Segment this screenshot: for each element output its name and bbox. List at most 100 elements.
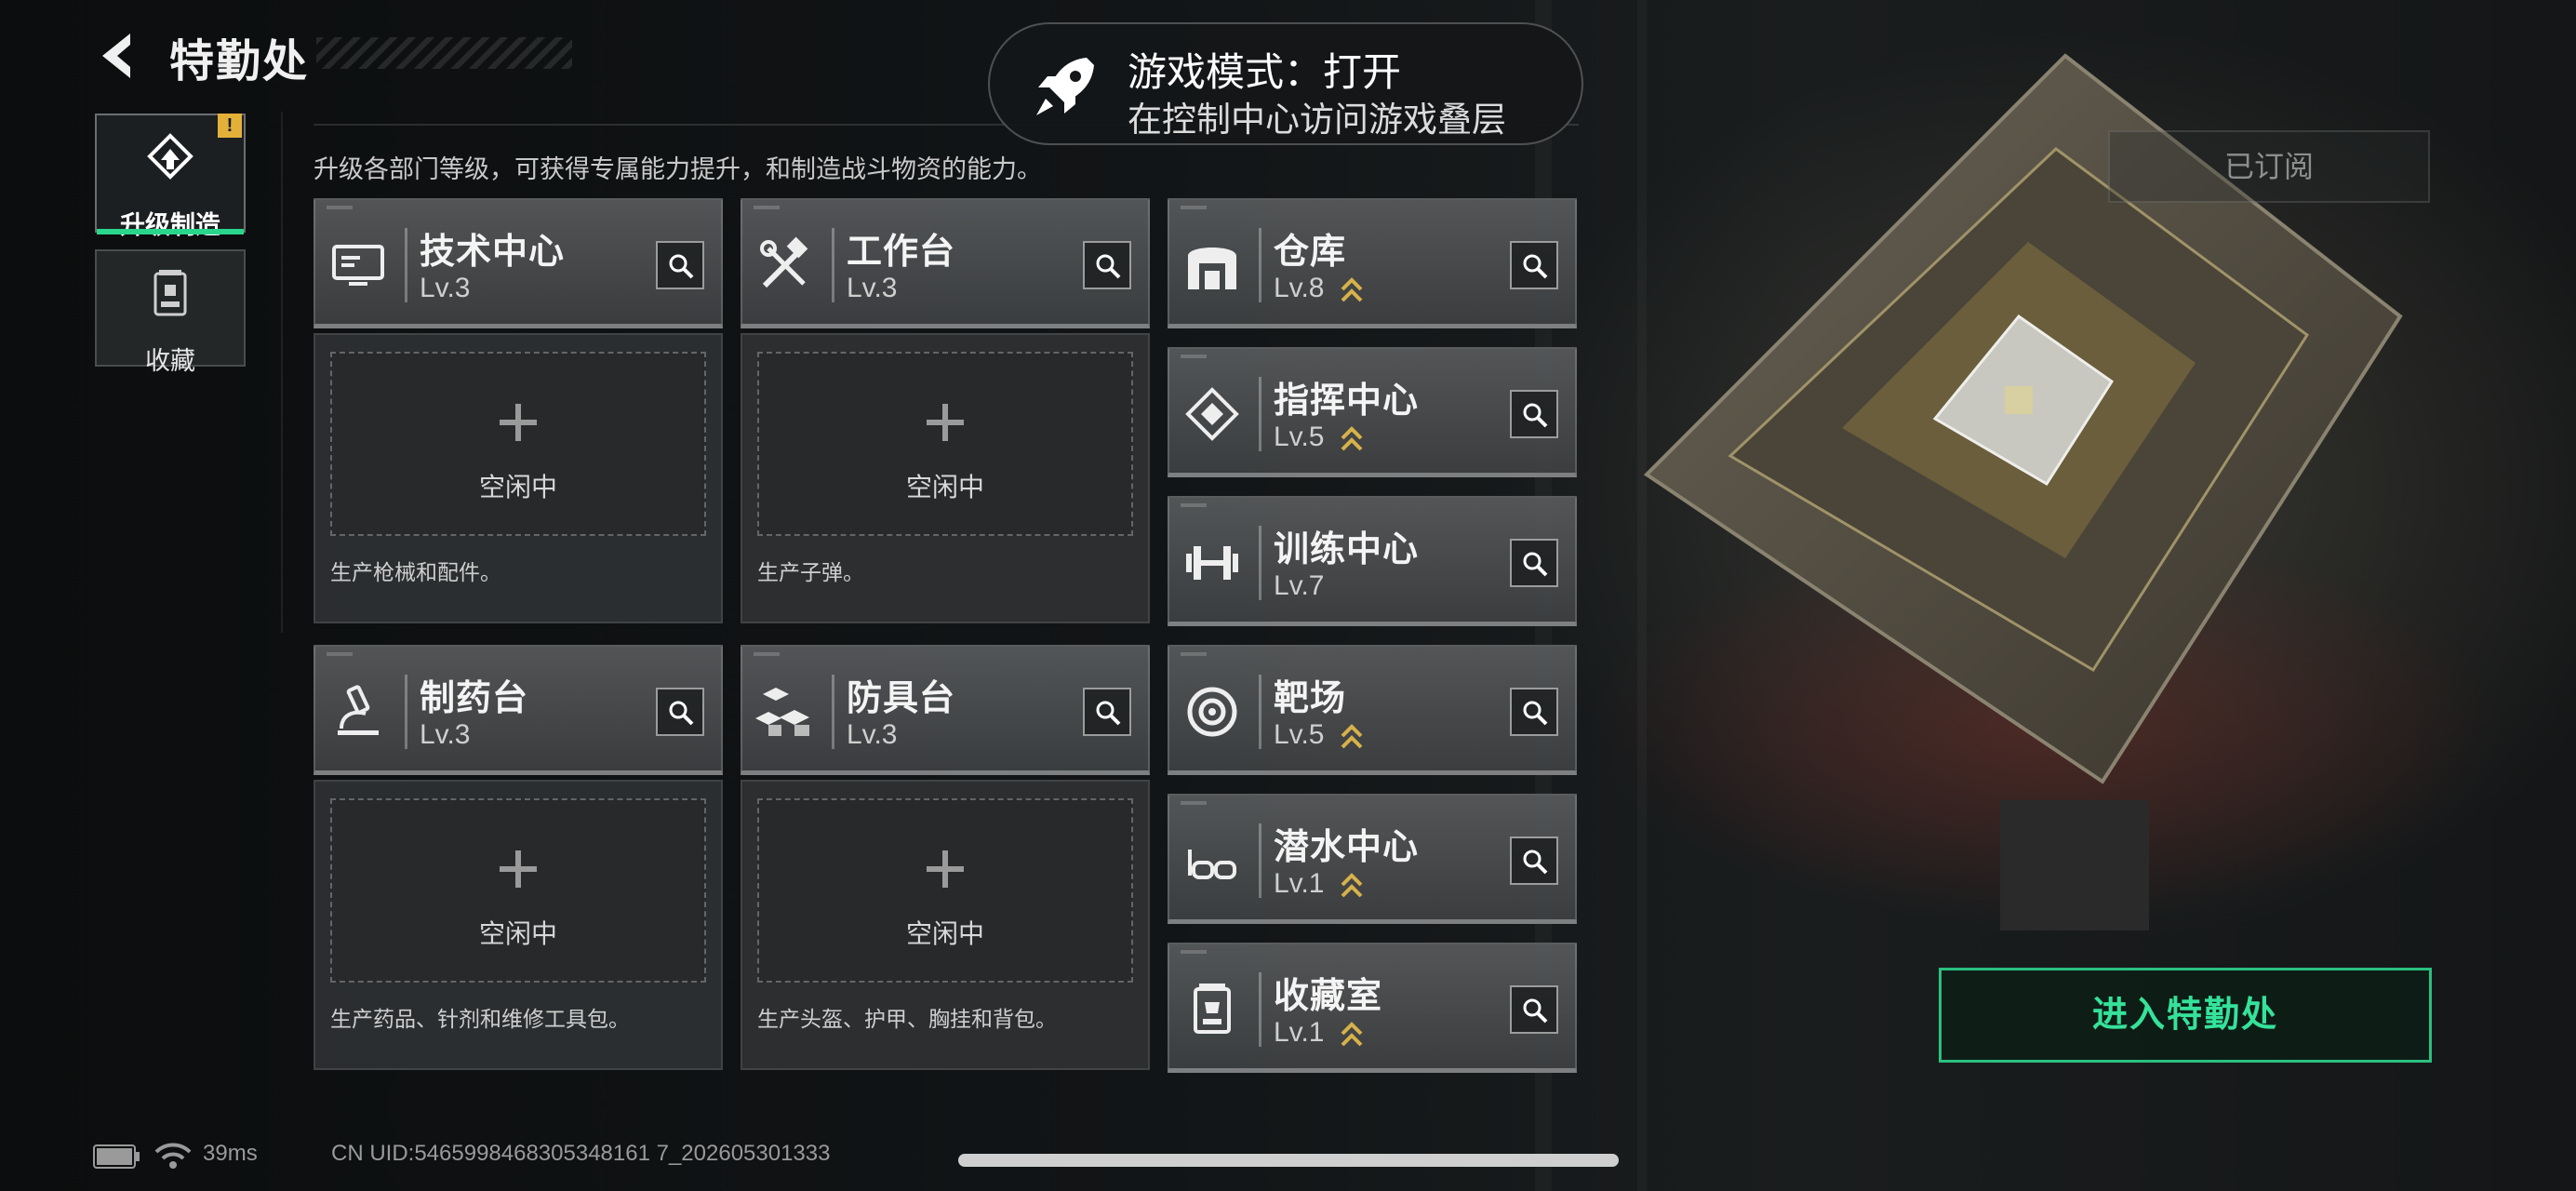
facility-card-shooting-range[interactable]: 靶场 Lv.5	[1168, 645, 1577, 775]
facility-level: Lv.3	[847, 719, 898, 750]
production-slot[interactable]: 空闲中	[757, 352, 1133, 536]
upgrade-available-icon	[1341, 873, 1363, 898]
screen: 特勤处 升级各部门等级，可获得专属能力提升，和制造战斗物资的能力。 升级制造 !…	[0, 0, 2576, 1191]
page-description: 升级各部门等级，可获得专属能力提升，和制造战斗物资的能力。	[314, 155, 1042, 183]
facility-name: 防具台	[847, 679, 956, 718]
facility-name: 仓库	[1274, 233, 1347, 272]
facility-card-warehouse[interactable]: 仓库 Lv.8	[1168, 198, 1577, 328]
facility-level: Lv.8	[1274, 273, 1325, 303]
search-button[interactable]	[1510, 688, 1558, 736]
facility-card-pharmacy[interactable]: 制药台 Lv.3	[314, 645, 723, 775]
warehouse-icon	[1188, 248, 1236, 289]
facility-level: Lv.1	[1274, 868, 1325, 899]
search-icon	[1523, 552, 1548, 577]
production-slot[interactable]: 空闲中	[757, 798, 1133, 983]
user-uid: CN UID:5465998468305348161 7_20260530133…	[331, 1141, 831, 1166]
sidebar-item-collection[interactable]: 收藏	[95, 249, 246, 375]
search-icon	[1523, 850, 1548, 875]
slot-status: 空闲中	[478, 473, 557, 502]
enter-special-ops-button[interactable]: 进入特勤处	[1939, 968, 2432, 1063]
subscribed-button[interactable]: 已订阅	[2108, 130, 2430, 203]
search-icon	[1523, 254, 1548, 279]
search-icon	[1096, 254, 1121, 279]
search-button[interactable]	[1510, 836, 1558, 885]
card-divider	[1259, 228, 1261, 302]
facility-level: Lv.5	[1274, 422, 1325, 452]
plus-icon	[927, 850, 964, 888]
slot-description: 生产药品、针剂和维修工具包。	[330, 1007, 630, 1031]
plus-icon	[927, 404, 964, 441]
upgrade-available-icon	[1341, 426, 1363, 451]
facility-card-training-center[interactable]: 训练中心 Lv.7	[1168, 496, 1577, 626]
facility-level: Lv.1	[1274, 1017, 1325, 1048]
ping-readout: 39ms	[203, 1141, 258, 1166]
production-slot[interactable]: 空闲中	[330, 798, 706, 983]
facility-card-collection-room[interactable]: 收藏室 Lv.1	[1168, 943, 1577, 1073]
collection-icon	[153, 270, 187, 316]
facility-card-diving-center[interactable]: 潜水中心 Lv.1	[1168, 794, 1577, 924]
card-tag	[1181, 801, 1207, 805]
search-button[interactable]	[656, 241, 704, 289]
search-button[interactable]	[656, 688, 704, 736]
slot-status: 空闲中	[478, 919, 557, 948]
card-tag	[754, 206, 780, 209]
card-divider	[405, 228, 407, 302]
slot-description: 生产头盔、护甲、胸挂和背包。	[757, 1007, 1057, 1031]
card-divider	[405, 675, 407, 749]
production-slot-card: 空闲中 生产头盔、护甲、胸挂和背包。	[741, 780, 1150, 1070]
upgrade-icon	[147, 133, 194, 180]
alert-badge: !	[218, 114, 242, 138]
facility-level: Lv.3	[420, 273, 471, 303]
facility-card-armor-bench[interactable]: 防具台 Lv.3	[741, 645, 1150, 775]
tools-icon	[760, 236, 808, 288]
plus-icon	[500, 850, 537, 888]
card-divider	[1259, 526, 1261, 600]
sidebar-item-upgrade-craft[interactable]: 升级制造 !	[95, 114, 246, 239]
production-slot-card: 空闲中 生产药品、针剂和维修工具包。	[314, 780, 723, 1070]
production-slot-card: 空闲中 生产子弹。	[741, 333, 1150, 623]
goggles-icon	[1188, 850, 1236, 879]
facility-level: Lv.3	[420, 719, 471, 750]
page-title: 特勤处	[169, 37, 310, 87]
search-icon	[1096, 701, 1121, 726]
search-button[interactable]	[1510, 390, 1558, 438]
notification-title: 游戏模式：打开	[1128, 50, 1402, 94]
search-button[interactable]	[1083, 241, 1131, 289]
slot-status: 空闲中	[905, 919, 984, 948]
card-tag	[1181, 652, 1207, 656]
computer-icon	[332, 245, 384, 286]
card-tag	[1181, 355, 1207, 358]
facility-name: 制药台	[420, 679, 529, 718]
trophy-icon	[1194, 984, 1231, 1034]
sidebar-item-label: 收藏	[145, 347, 195, 375]
card-tag	[327, 206, 353, 209]
production-slot[interactable]: 空闲中	[330, 352, 706, 536]
facility-name: 技术中心	[420, 233, 566, 272]
facility-card-command-center[interactable]: 指挥中心 Lv.5	[1168, 347, 1577, 477]
command-icon	[1185, 387, 1239, 441]
sidebar-item-label: 升级制造	[120, 211, 220, 239]
facility-card-workbench[interactable]: 工作台 Lv.3	[741, 198, 1150, 328]
search-button[interactable]	[1510, 985, 1558, 1034]
upgrade-available-icon	[1341, 724, 1363, 749]
card-divider	[1259, 675, 1261, 749]
card-tag	[1181, 950, 1207, 954]
slot-status: 空闲中	[905, 473, 984, 502]
facility-name: 靶场	[1274, 679, 1347, 718]
upgrade-available-icon	[1341, 277, 1363, 302]
facility-name: 训练中心	[1274, 530, 1420, 569]
search-button[interactable]	[1083, 688, 1131, 736]
game-mode-notification: 游戏模式：打开 在控制中心访问游戏叠层	[988, 22, 1583, 145]
facility-card-tech-center[interactable]: 技术中心 Lv.3	[314, 198, 723, 328]
search-button[interactable]	[1510, 539, 1558, 587]
rail-divider	[281, 112, 283, 633]
card-tag	[1181, 503, 1207, 507]
search-icon	[1523, 701, 1548, 726]
facility-level: Lv.5	[1274, 719, 1325, 750]
home-indicator[interactable]	[958, 1154, 1619, 1167]
back-arrow-icon[interactable]	[93, 28, 149, 84]
search-button[interactable]	[1510, 241, 1558, 289]
production-slot-card: 空闲中 生产枪械和配件。	[314, 333, 723, 623]
target-icon	[1187, 687, 1237, 737]
title-decoration	[316, 37, 572, 69]
